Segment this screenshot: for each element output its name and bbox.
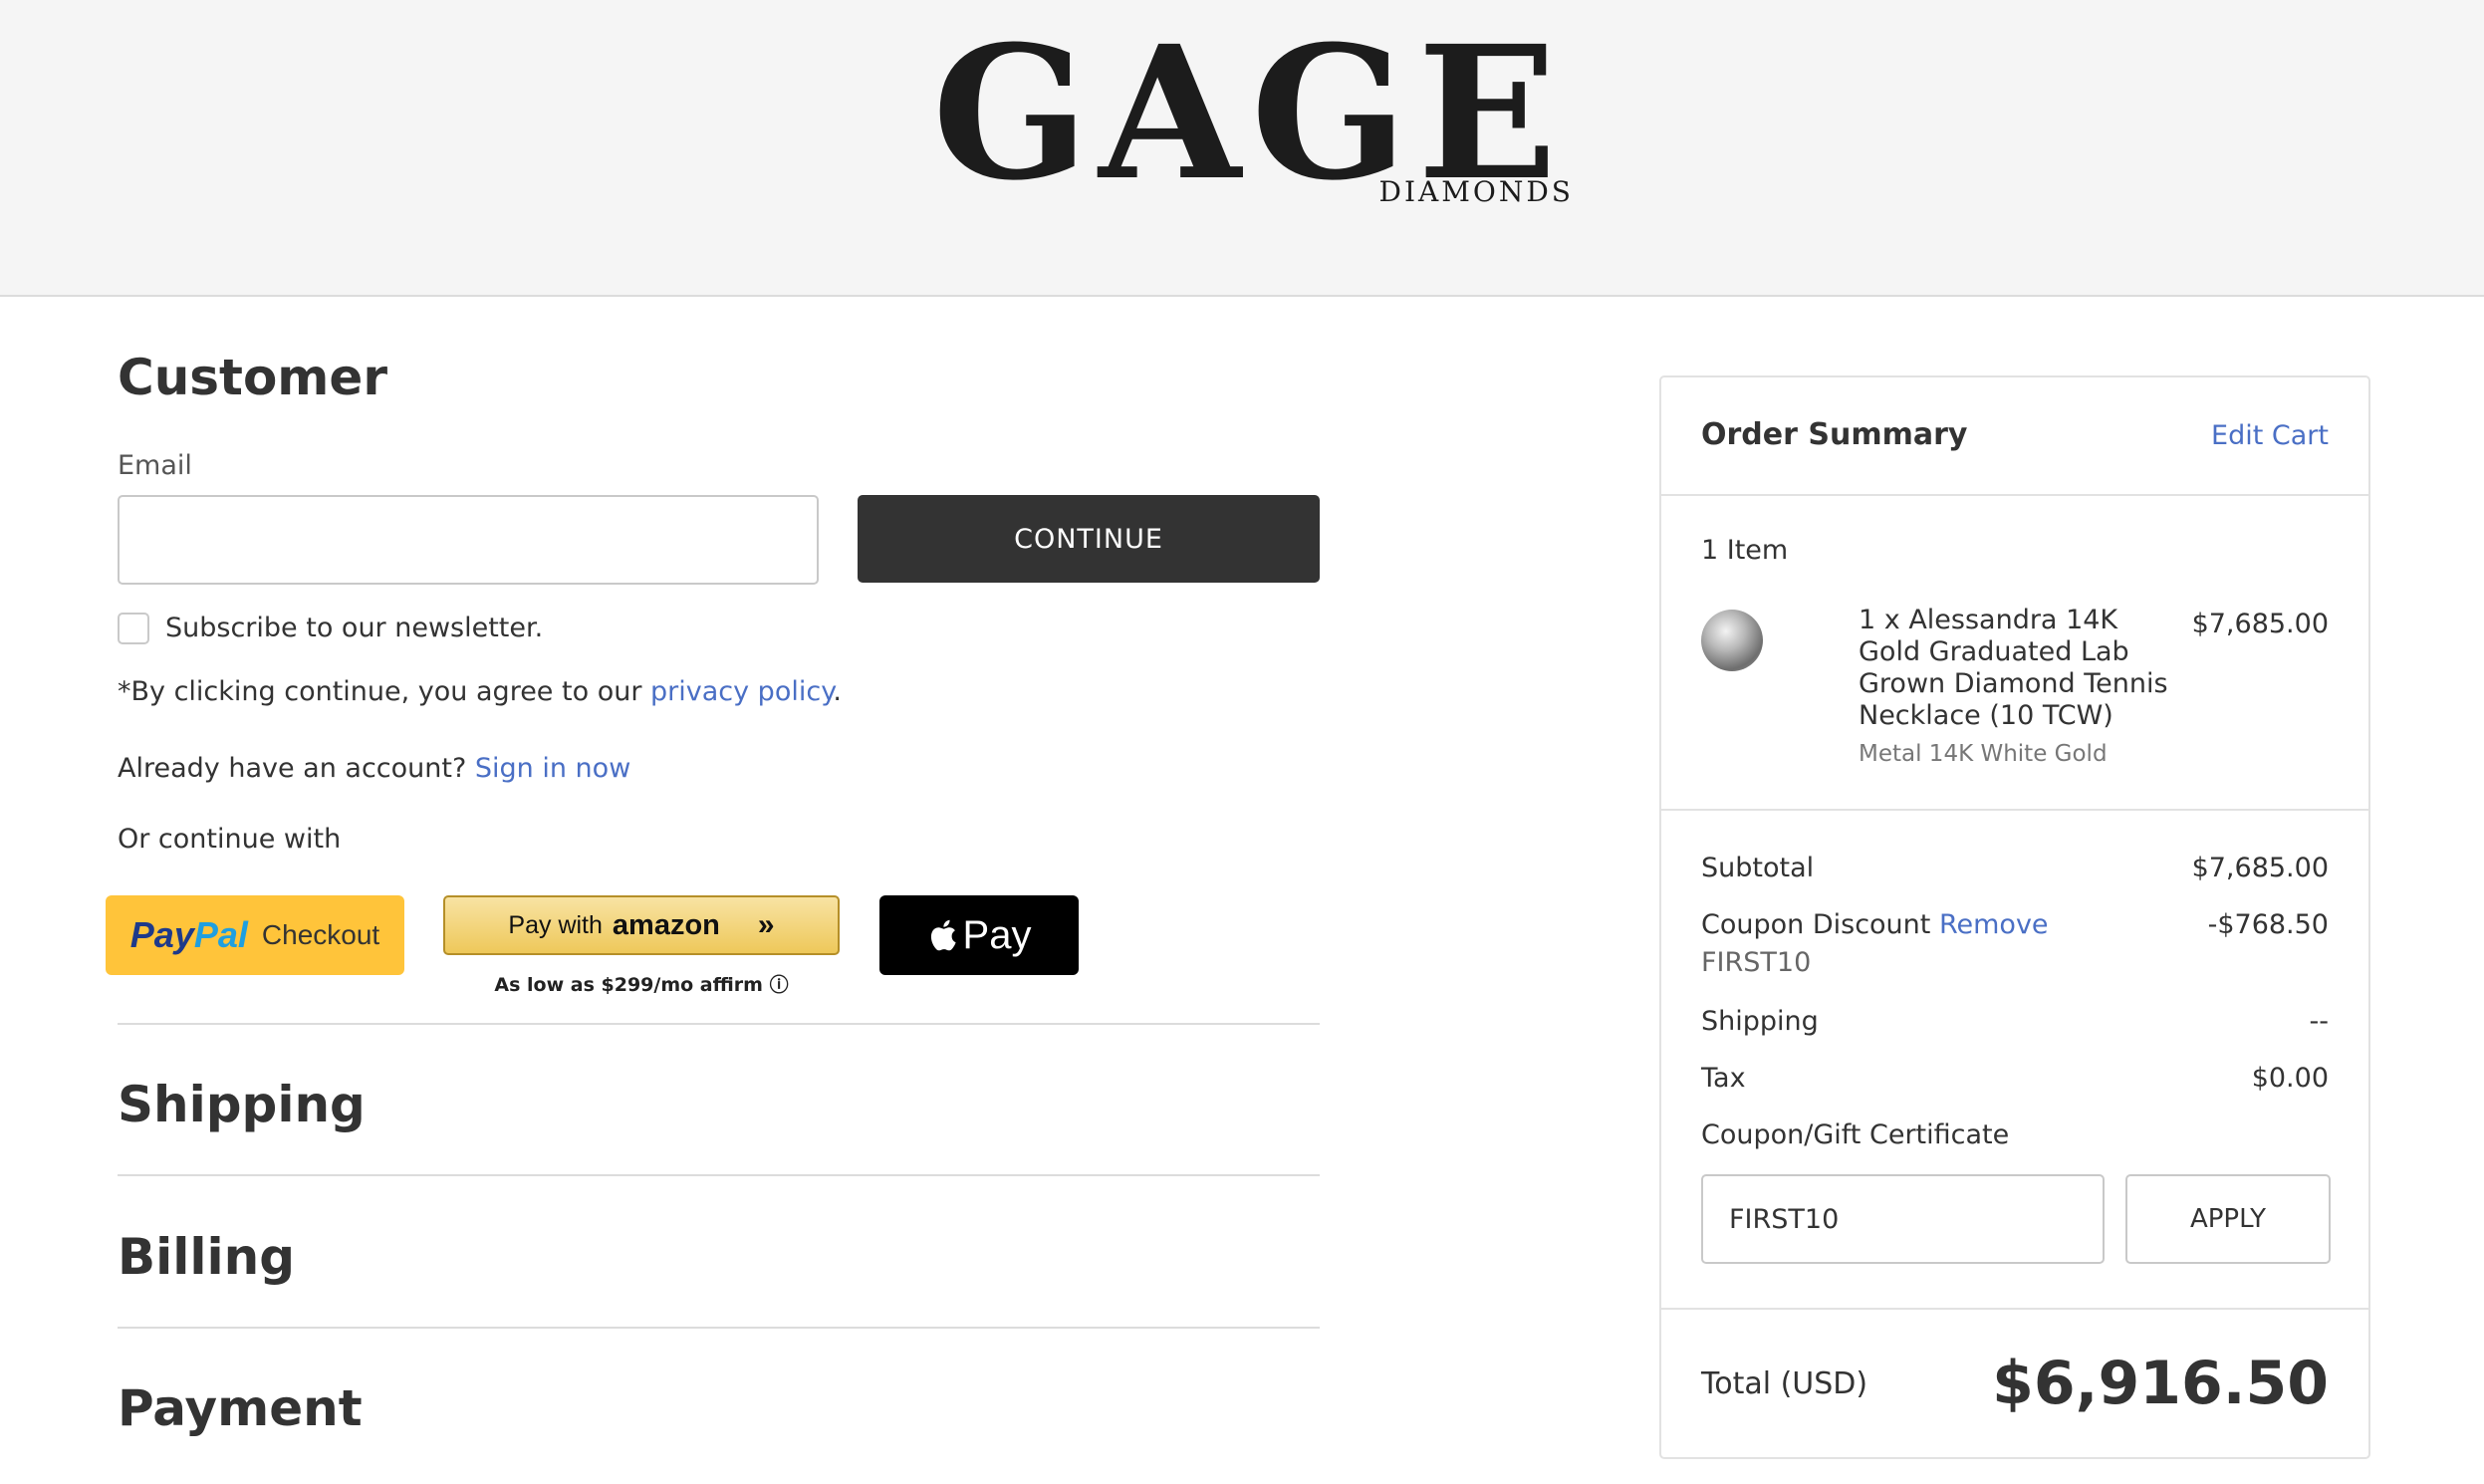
continue-with-label: Or continue with	[118, 824, 342, 855]
section-divider	[118, 1023, 1320, 1025]
continue-button[interactable]: CONTINUE	[858, 495, 1320, 583]
shipping-label: Shipping	[1701, 1006, 1819, 1037]
gage-diamonds-logo[interactable]: GAGE DIAMONDS	[932, 22, 1610, 221]
paypal-checkout-button[interactable]: PayPal Checkout	[106, 895, 404, 975]
coupon-discount-value: -$768.50	[2207, 909, 2329, 940]
diamond-thumbnail	[1701, 610, 1763, 671]
section-divider	[118, 1174, 1320, 1176]
amazon-pay-button[interactable]: Pay with amazon »	[443, 895, 840, 955]
newsletter-label[interactable]: Subscribe to our newsletter.	[165, 613, 543, 643]
apple-pay-label: Pay	[962, 912, 1032, 957]
subtotal-label: Subtotal	[1701, 853, 1815, 883]
paypal-checkout-label: Checkout	[261, 919, 380, 950]
apple-logo-icon	[930, 919, 956, 951]
shipping-heading[interactable]: Shipping	[118, 1076, 366, 1133]
paypal-logo: PayPal	[130, 914, 248, 956]
site-header: GAGE DIAMONDS	[0, 0, 2484, 297]
total-amount: $6,916.50	[1992, 1349, 2329, 1418]
amazon-pay-prefix: Pay with	[508, 910, 603, 939]
order-summary-title: Order Summary	[1701, 417, 1968, 452]
privacy-policy-link[interactable]: privacy policy	[650, 676, 833, 707]
privacy-notice-prefix: *By clicking continue, you agree to our	[118, 676, 651, 707]
total-label: Total (USD)	[1701, 1366, 1868, 1401]
paypal-logo-pay: Pay	[129, 914, 194, 955]
privacy-notice-suffix: .	[833, 676, 842, 707]
double-chevron-right-icon: »	[757, 908, 775, 941]
coupon-discount-row: Coupon Discount Remove	[1701, 909, 2049, 940]
affirm-financing-text[interactable]: As low as $299/mo affirm ⓘ	[443, 970, 840, 997]
applied-coupon-code: FIRST10	[1701, 947, 1812, 978]
subtotal-value: $7,685.00	[2191, 853, 2329, 883]
sign-in-link[interactable]: Sign in now	[475, 753, 630, 784]
remove-coupon-link[interactable]: Remove	[1939, 909, 2049, 940]
tax-label: Tax	[1701, 1063, 1746, 1094]
shipping-value: --	[2309, 1006, 2330, 1037]
coupon-gift-certificate-link[interactable]: Coupon/Gift Certificate	[1701, 1119, 2009, 1150]
customer-heading: Customer	[118, 349, 387, 406]
account-prompt: Already have an account? Sign in now	[118, 753, 630, 784]
logo-subtitle: DIAMONDS	[1378, 175, 1574, 208]
apple-pay-button[interactable]: Pay	[879, 895, 1079, 975]
amazon-logo: amazon	[612, 908, 720, 941]
item-count: 1 Item	[1701, 535, 1789, 566]
paypal-logo-pal: Pal	[193, 914, 248, 955]
section-divider	[118, 1327, 1320, 1329]
newsletter-checkbox[interactable]	[118, 613, 149, 644]
order-summary-panel: Order Summary Edit Cart 1 Item 1 x Aless…	[1659, 375, 2370, 1459]
item-option: Metal 14K White Gold	[1859, 741, 2108, 767]
item-price: $7,685.00	[2191, 609, 2329, 639]
coupon-discount-label: Coupon Discount	[1701, 909, 1931, 940]
account-prompt-text: Already have an account?	[118, 753, 475, 784]
summary-divider	[1661, 1308, 2368, 1310]
tax-value: $0.00	[2251, 1063, 2329, 1094]
payment-heading[interactable]: Payment	[118, 1379, 363, 1437]
coupon-code-input[interactable]	[1701, 1174, 2105, 1264]
billing-heading[interactable]: Billing	[118, 1228, 295, 1286]
item-name: 1 x Alessandra 14K Gold Graduated Lab Gr…	[1859, 605, 2168, 731]
edit-cart-link[interactable]: Edit Cart	[2211, 420, 2329, 451]
email-label: Email	[118, 450, 192, 481]
privacy-notice: *By clicking continue, you agree to our …	[118, 676, 842, 707]
apply-coupon-button[interactable]: APPLY	[2125, 1174, 2331, 1264]
email-input[interactable]	[118, 495, 819, 585]
summary-divider	[1661, 494, 2368, 496]
summary-divider	[1661, 809, 2368, 811]
